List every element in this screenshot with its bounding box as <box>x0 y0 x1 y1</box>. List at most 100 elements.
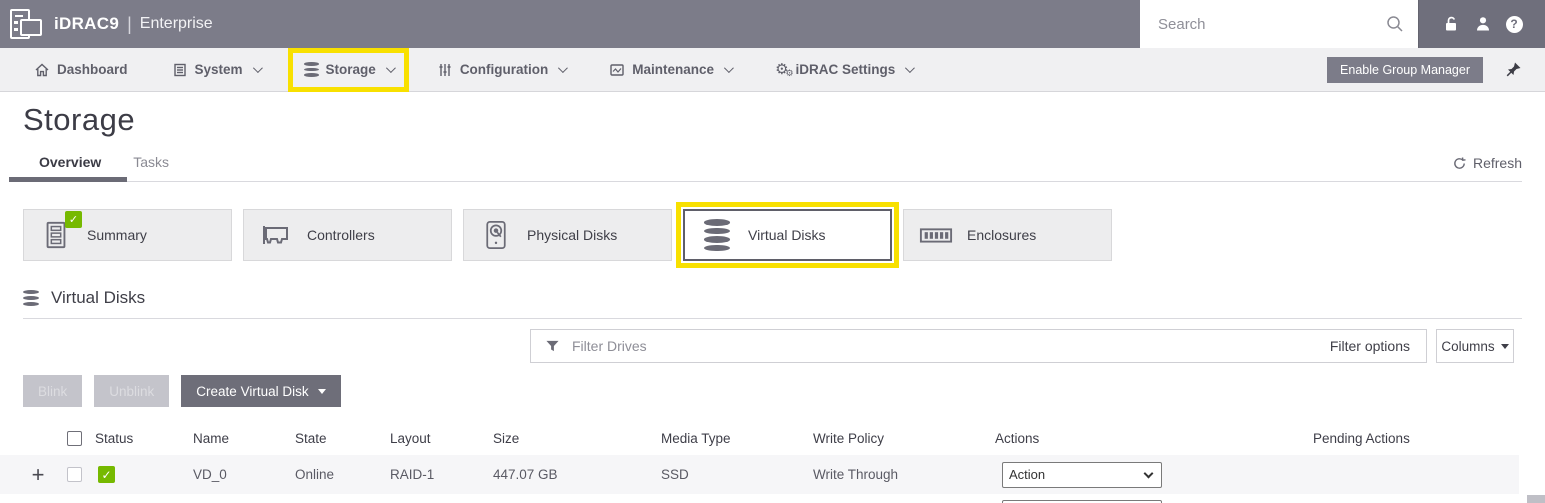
sliders-icon <box>437 62 453 78</box>
search-box <box>1140 0 1418 48</box>
filter-funnel-icon <box>545 339 560 353</box>
card-label: Controllers <box>307 227 375 243</box>
storage-icon <box>304 62 319 77</box>
storage-category-cards: ✓ Summary Controllers Physical Disks <box>23 209 1522 261</box>
enable-group-manager-button[interactable]: Enable Group Manager <box>1327 57 1483 83</box>
chevron-down-icon <box>386 63 396 73</box>
nav-item-storage[interactable]: Storage <box>304 62 393 77</box>
col-header-media-type: Media Type <box>661 431 813 446</box>
card-label: Enclosures <box>967 227 1036 243</box>
cell-layout: RAID-1 <box>390 467 493 482</box>
idrac-logo-icon <box>8 6 44 42</box>
blink-button[interactable]: Blink <box>23 375 82 407</box>
col-header-state: State <box>295 431 390 446</box>
cell-state: Online <box>295 467 390 482</box>
row-checkbox[interactable] <box>67 467 82 482</box>
brand: iDRAC9 | Enterprise <box>0 0 1140 48</box>
table-header-row: Status Name State Layout Size Media Type… <box>0 421 1519 455</box>
create-virtual-disk-button[interactable]: Create Virtual Disk <box>181 375 340 407</box>
chevron-down-icon <box>558 63 568 73</box>
col-header-write-policy: Write Policy <box>813 431 995 446</box>
columns-label: Columns <box>1441 339 1494 354</box>
pin-icon[interactable] <box>1505 61 1522 78</box>
unblink-button[interactable]: Unblink <box>94 375 169 407</box>
refresh-label: Refresh <box>1473 155 1522 171</box>
nav-label: Storage <box>326 62 376 77</box>
nav-item-maintenance[interactable]: Maintenance <box>609 62 731 78</box>
section-title: Virtual Disks <box>51 288 145 308</box>
col-header-name: Name <box>193 431 295 446</box>
row-action-select[interactable]: Action <box>1002 462 1162 488</box>
horizontal-scrollbar-thumb[interactable] <box>1527 495 1545 503</box>
virtual-disks-icon <box>704 219 730 251</box>
gears-icon: ⚙⚙ <box>775 62 788 77</box>
user-icon[interactable] <box>1474 15 1492 33</box>
nav-item-configuration[interactable]: Configuration <box>437 62 565 78</box>
controllers-icon <box>259 220 293 250</box>
cell-write-policy: Write Through <box>813 467 995 482</box>
cell-name: VD_0 <box>193 467 295 482</box>
col-header-pending-actions: Pending Actions <box>1313 431 1519 446</box>
caret-down-icon <box>318 389 326 394</box>
search-icon[interactable] <box>1386 15 1404 33</box>
tab-bar: Overview Tasks Refresh <box>23 154 1522 182</box>
refresh-button[interactable]: Refresh <box>1452 155 1522 171</box>
card-label: Summary <box>87 227 147 243</box>
nav-item-idrac-settings[interactable]: ⚙⚙ iDRAC Settings <box>775 62 912 77</box>
brand-edition: Enterprise <box>140 15 213 33</box>
caret-down-icon <box>1501 344 1509 349</box>
summary-ok-badge: ✓ <box>65 211 82 228</box>
tab-overview[interactable]: Overview <box>23 154 117 181</box>
topbar-icon-group: ? <box>1418 0 1545 48</box>
nav-bar: Dashboard System Storage Configuration M… <box>0 48 1545 92</box>
table-row: + ✓ VD_0 Online RAID-1 447.07 GB SSD Wri… <box>0 455 1519 494</box>
enclosures-icon <box>919 223 953 247</box>
nav-item-dashboard[interactable]: Dashboard <box>34 62 128 78</box>
brand-name: iDRAC9 <box>54 14 119 34</box>
card-enclosures[interactable]: Enclosures <box>903 209 1112 261</box>
filter-options-button[interactable]: Filter options <box>1314 338 1426 354</box>
nav-label: Dashboard <box>57 62 128 77</box>
row-expand-button[interactable]: + <box>32 464 45 486</box>
virtual-disks-table: Status Name State Layout Size Media Type… <box>0 421 1519 503</box>
nav-label: iDRAC Settings <box>796 62 896 77</box>
page-title: Storage <box>23 102 1545 138</box>
unlock-icon[interactable] <box>1442 15 1460 33</box>
filter-drives-input[interactable] <box>572 338 1314 354</box>
chevron-down-icon <box>905 63 915 73</box>
home-icon <box>34 62 50 78</box>
cell-media-type: SSD <box>661 467 813 482</box>
nav-label: System <box>195 62 243 77</box>
chevron-down-icon <box>724 63 734 73</box>
virtual-disks-section-icon <box>23 290 39 306</box>
search-input[interactable] <box>1140 16 1386 33</box>
status-ok-icon: ✓ <box>98 466 115 483</box>
section-divider <box>23 318 1522 319</box>
cell-size: 447.07 GB <box>493 467 661 482</box>
columns-dropdown-button[interactable]: Columns <box>1436 329 1514 363</box>
table-row: + ✓ DATA Online RAID-6 60798.38 GB SSD W… <box>0 494 1519 503</box>
storage-highlight-box: Storage <box>288 48 409 92</box>
card-summary[interactable]: ✓ Summary <box>23 209 232 261</box>
card-physical-disks[interactable]: Physical Disks <box>463 209 672 261</box>
col-header-layout: Layout <box>390 431 493 446</box>
nav-label: Configuration <box>460 62 548 77</box>
nav-label: Maintenance <box>632 62 714 77</box>
help-icon[interactable]: ? <box>1506 16 1523 33</box>
brand-separator: | <box>127 14 132 35</box>
card-virtual-disks[interactable]: Virtual Disks <box>683 209 892 261</box>
filter-box: Filter options <box>530 329 1427 363</box>
physical-disks-icon <box>482 219 510 251</box>
tab-tasks[interactable]: Tasks <box>117 154 185 181</box>
card-controllers[interactable]: Controllers <box>243 209 452 261</box>
card-label: Physical Disks <box>527 227 617 243</box>
nav-item-system[interactable]: System <box>172 62 260 78</box>
chevron-down-icon <box>253 63 263 73</box>
filter-row: Filter options Columns <box>0 329 1545 363</box>
table-action-buttons: Blink Unblink Create Virtual Disk <box>23 375 1545 407</box>
maintenance-icon <box>609 62 625 78</box>
create-virtual-disk-label: Create Virtual Disk <box>196 384 308 399</box>
col-header-actions: Actions <box>995 431 1313 446</box>
top-bar: iDRAC9 | Enterprise ? <box>0 0 1545 48</box>
select-all-checkbox[interactable] <box>67 431 82 446</box>
